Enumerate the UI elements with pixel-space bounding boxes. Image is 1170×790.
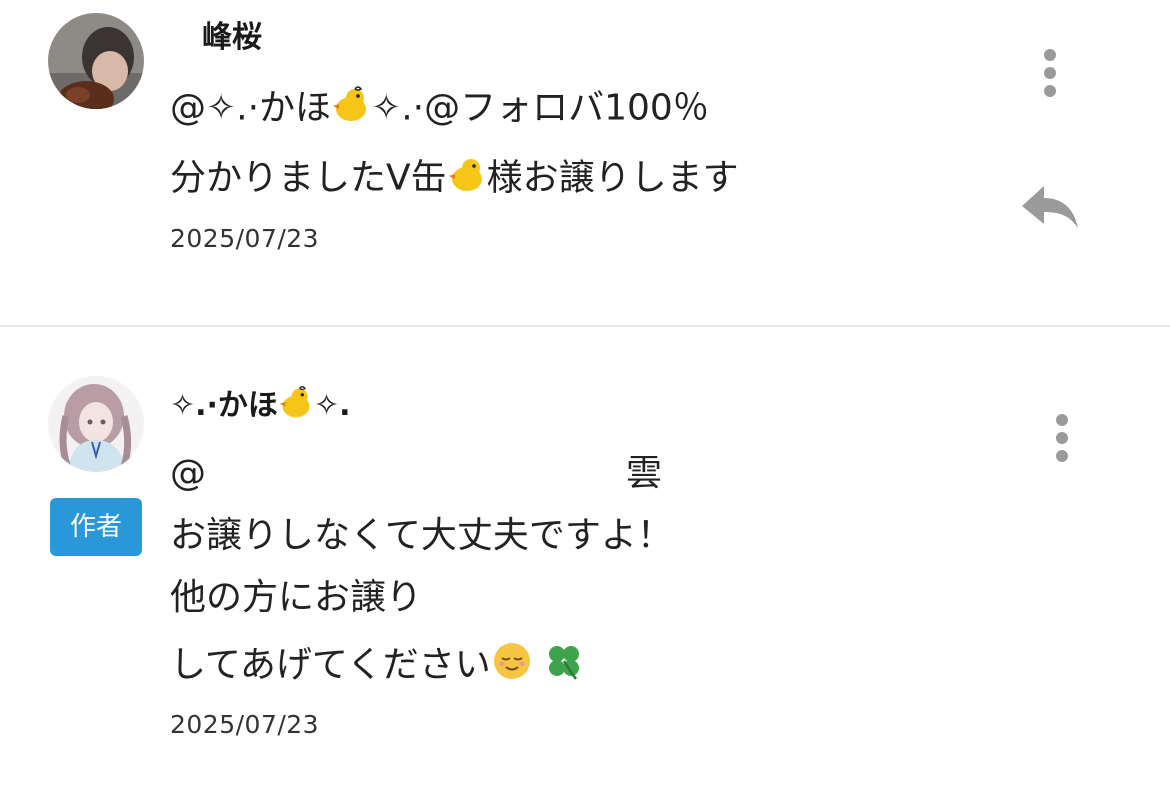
username[interactable]: ✧.·かほ ✧. <box>170 384 350 429</box>
comment-mention-line[interactable]: @ 雲 <box>170 452 662 496</box>
kebab-menu-icon[interactable] <box>1047 412 1077 472</box>
username-text: ✧.·かほ <box>170 388 278 423</box>
comment-text-line: お譲りしなくて大丈夫ですよ！ <box>170 515 673 556</box>
comment-item: 作者 ✧.·かほ ✧. @ 雲 お譲りしなくて大丈夫ですよ！ 他の方にお譲り してあ… <box>0 328 1170 790</box>
author-badge: 作者 <box>50 498 142 556</box>
mention-link[interactable]: @✧.·かほ <box>170 88 331 129</box>
comment-text-line: 他の方にお譲り <box>170 577 423 618</box>
relieved-face-emoji <box>491 640 533 693</box>
comment-date: 2025/07/23 <box>170 710 320 739</box>
comment-text: 様お譲りします <box>486 157 739 199</box>
reply-arrow-icon[interactable] <box>1018 182 1082 234</box>
avatar[interactable] <box>48 13 144 109</box>
comment-text-line: してあげてください <box>170 640 585 693</box>
chick-emoji <box>331 84 371 135</box>
divider <box>0 325 1170 327</box>
comment-text: 分かりましたV缶 <box>170 157 447 199</box>
comment-mention-line: @✧.·かほ ✧.·@フォロバ100％ <box>170 84 709 135</box>
kebab-menu-icon[interactable] <box>1035 47 1065 107</box>
avatar[interactable] <box>48 376 144 472</box>
comment-date: 2025/07/23 <box>170 224 320 253</box>
chick-emoji <box>278 384 314 429</box>
chick-emoji <box>447 154 487 205</box>
comment-item: 峰桜 @✧.·かほ ✧.·@フォロバ100％ 分かりましたV缶 様お譲りします 20… <box>0 0 1170 326</box>
mention-link-tail[interactable]: ✧.·@フォロバ100％ <box>371 88 709 129</box>
comment-text: してあげてください <box>170 644 491 686</box>
username-text: ✧. <box>313 388 351 423</box>
mention-prefix: @ <box>170 453 206 494</box>
comment-text-line: 分かりましたV缶 様お譲りします <box>170 154 739 205</box>
mention-end: 雲 <box>626 453 663 494</box>
four-leaf-clover-emoji <box>543 640 585 693</box>
username[interactable]: 峰桜 <box>202 20 262 56</box>
